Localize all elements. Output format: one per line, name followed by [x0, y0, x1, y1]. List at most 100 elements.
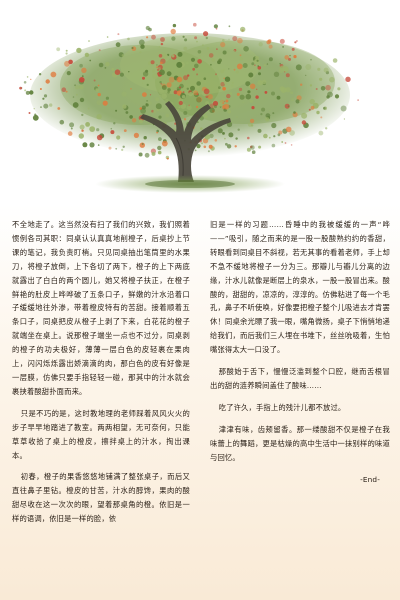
splatter-dot: [320, 86, 326, 91]
splatter-dot: [231, 81, 234, 84]
splatter-dot: [97, 92, 101, 97]
splatter-dot: [232, 36, 238, 42]
splatter-dot: [66, 71, 71, 76]
splatter-dot: [246, 147, 251, 152]
splatter-dot: [172, 23, 177, 28]
splatter-dot: [166, 71, 172, 77]
splatter-dot: [203, 77, 207, 80]
splatter-dot: [225, 142, 228, 146]
splatter-dot: [141, 105, 146, 110]
splatter-dot: [72, 96, 75, 98]
splatter-dot: [279, 86, 285, 92]
splatter-dot: [230, 84, 234, 87]
splatter-dot: [141, 143, 144, 145]
splatter-dot: [183, 118, 187, 121]
splatter-dot: [208, 53, 214, 58]
splatter-dot: [197, 59, 202, 64]
splatter-dot: [228, 25, 231, 28]
splatter-dot: [115, 147, 118, 150]
splatter-dot: [128, 71, 130, 73]
splatter-dot: [95, 88, 99, 92]
splatter-dot: [176, 76, 183, 83]
splatter-dot: [318, 130, 324, 136]
splatter-dot: [105, 96, 109, 100]
splatter-dot: [157, 145, 162, 151]
splatter-dot: [150, 60, 155, 65]
splatter-dot: [96, 134, 103, 141]
splatter-dot: [159, 69, 165, 76]
splatter-dot: [243, 46, 249, 52]
splatter-dot: [158, 137, 162, 142]
splatter-dot: [129, 115, 133, 119]
splatter-dot: [316, 110, 320, 115]
splatter-dot: [195, 105, 199, 109]
splatter-dot: [222, 68, 226, 72]
splatter-dot: [127, 37, 130, 41]
splatter-dot: [43, 103, 49, 109]
splatter-dot: [167, 88, 171, 92]
splatter-dot: [325, 127, 328, 130]
splatter-dot: [242, 63, 248, 68]
splatter-dot: [198, 55, 201, 58]
splatter-dot: [233, 68, 236, 71]
splatter-dot: [87, 107, 90, 110]
splatter-dot: [242, 101, 245, 104]
splatter-dot: [289, 54, 291, 57]
splatter-dot: [258, 145, 262, 149]
splatter-dot: [91, 94, 93, 96]
splatter-dot: [184, 38, 188, 42]
splatter-dot: [196, 85, 200, 89]
splatter-dot: [235, 137, 238, 140]
splatter-dot: [201, 142, 203, 145]
splatter-dot: [269, 110, 271, 112]
splatter-dot: [345, 76, 351, 83]
splatter-dot: [228, 38, 230, 41]
article-left-column: 不全地走了。这当然没有扫了我们的兴致，我们照着惯例各司其职：同桌认认真真地削橙子…: [12, 218, 190, 534]
splatter-dot: [166, 82, 172, 88]
splatter-dot: [236, 63, 243, 70]
splatter-dot: [96, 128, 100, 132]
splatter-dot: [196, 81, 201, 86]
splatter-dot: [82, 142, 88, 148]
splatter-dot: [235, 70, 239, 74]
splatter-dot: [79, 77, 85, 83]
splatter-dot: [171, 54, 175, 58]
splatter-dot: [108, 146, 112, 150]
splatter-dot: [113, 122, 116, 125]
splatter-dot: [337, 87, 341, 91]
splatter-dot: [305, 74, 307, 77]
splatter-dot: [319, 77, 323, 81]
splatter-dot: [247, 136, 250, 140]
splatter-dot: [334, 94, 340, 99]
splatter-dot: [255, 95, 259, 99]
splatter-dot: [115, 42, 121, 48]
splatter-dot: [38, 73, 42, 76]
splatter-dot: [205, 36, 208, 40]
splatter-dot: [57, 107, 61, 110]
splatter-dot: [176, 61, 183, 68]
end-mark: -End-: [360, 474, 380, 484]
splatter-dot: [162, 53, 168, 59]
splatter-dot: [239, 54, 242, 57]
splatter-dot: [93, 79, 96, 82]
splatter-dot: [285, 126, 292, 133]
paragraph-fingers: 吃了许久，手指上的残汁儿都不放过。: [218, 402, 346, 412]
splatter-dot: [273, 71, 280, 78]
splatter-dot: [28, 112, 31, 114]
splatter-dot: [85, 122, 90, 127]
splatter-dot: [207, 150, 210, 153]
splatter-dot: [220, 42, 226, 48]
splatter-dot: [104, 67, 107, 69]
splatter-dot: [225, 99, 229, 103]
splatter-dot: [156, 64, 158, 66]
splatter-dot: [159, 94, 162, 97]
splatter-dot: [200, 127, 203, 130]
splatter-dot: [282, 46, 284, 48]
splatter-dot: [96, 100, 102, 106]
splatter-dot: [65, 52, 68, 55]
splatter-dot: [284, 55, 290, 60]
splatter-dot: [228, 132, 234, 138]
splatter-dot: [25, 90, 30, 95]
splatter-dot: [310, 58, 312, 61]
splatter-dot: [30, 78, 32, 80]
